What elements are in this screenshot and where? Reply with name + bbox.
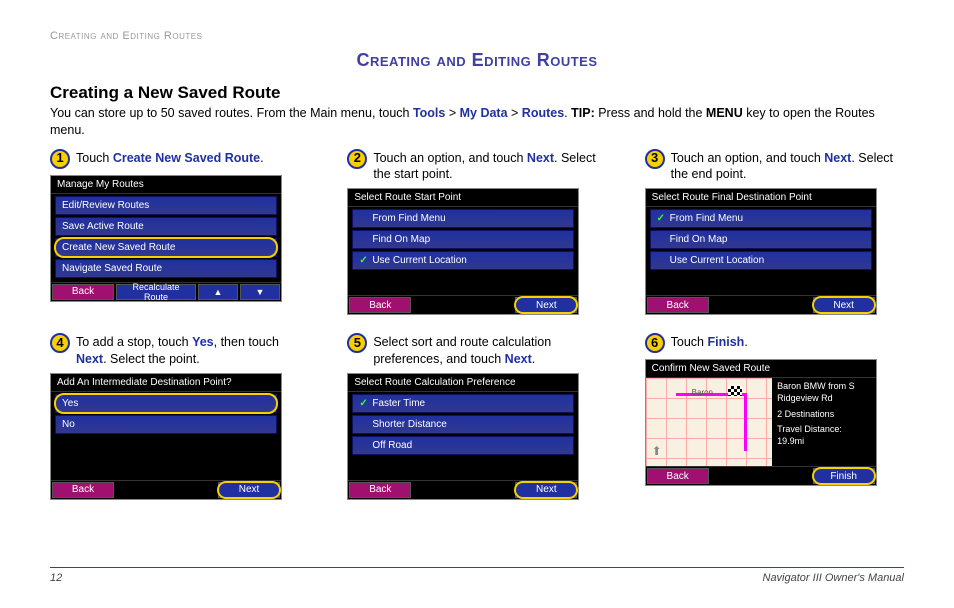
down-arrow-button[interactable]: ▼ [240,284,280,300]
list-item[interactable]: Create New Saved Route [55,238,277,257]
list-item[interactable]: Edit/Review Routes [55,196,277,215]
step-2: 2 Touch an option, and touch Next. Selec… [347,149,606,316]
gps-screenshot-4: Add An Intermediate Destination Point? Y… [50,373,282,500]
step-5: 5 Select sort and route calculation pref… [347,333,606,500]
list-item[interactable]: ✓Faster Time [352,394,574,413]
next-button[interactable]: Next [813,297,875,313]
checkered-flag-icon [728,386,742,396]
route-name: Baron BMW from S Ridgeview Rd [777,381,871,404]
gps-screenshot-6: Confirm New Saved Route ⬆ Baron Baron BM… [645,359,877,486]
list-item[interactable]: Navigate Saved Route [55,259,277,278]
step-4: 4 To add a stop, touch Yes, then touch N… [50,333,309,500]
finish-button[interactable]: Finish [813,468,875,484]
list-item[interactable]: ✓From Find Menu [650,209,872,228]
page-number: 12 [50,572,62,584]
list-item[interactable]: Find On Map [650,230,872,249]
section-title: Creating a New Saved Route [50,83,904,103]
back-button[interactable]: Back [52,482,114,498]
list-item[interactable]: ✓Use Current Location [352,251,574,270]
list-item[interactable]: Off Road [352,436,574,455]
recalculate-button[interactable]: Recalculate Route [116,284,196,300]
intro-text: You can store up to 50 saved routes. Fro… [50,105,904,139]
list-item[interactable]: From Find Menu [352,209,574,228]
back-button[interactable]: Back [647,297,709,313]
list-item[interactable]: Save Active Route [55,217,277,236]
step-number-icon: 4 [50,333,70,353]
page-title: Creating and Editing Routes [50,50,904,71]
gps-screenshot-1: Manage My Routes Edit/Review Routes Save… [50,175,282,302]
list-item[interactable]: Use Current Location [650,251,872,270]
step-number-icon: 2 [347,149,367,169]
back-button[interactable]: Back [647,468,709,484]
list-item[interactable]: No [55,415,277,434]
step-1: 1 Touch Create New Saved Route. Manage M… [50,149,309,316]
destination-count: 2 Destinations [777,409,871,421]
manual-title: Navigator III Owner's Manual [763,572,905,584]
list-item[interactable]: Shorter Distance [352,415,574,434]
travel-distance: Travel Distance: 19.9mi [777,424,871,447]
up-arrow-button[interactable]: ▲ [198,284,238,300]
step-number-icon: 1 [50,149,70,169]
step-number-icon: 6 [645,333,665,353]
page-footer: 12 Navigator III Owner's Manual [50,567,904,584]
next-button[interactable]: Next [218,482,280,498]
step-number-icon: 3 [645,149,665,169]
breadcrumb: Creating and Editing Routes [50,30,904,42]
back-button[interactable]: Back [349,482,411,498]
back-button[interactable]: Back [52,284,114,300]
step-6: 6 Touch Finish. Confirm New Saved Route … [645,333,904,500]
gps-screenshot-3: Select Route Final Destination Point ✓Fr… [645,188,877,315]
map-preview: ⬆ Baron [646,378,773,466]
gps-screenshot-5: Select Route Calculation Preference ✓Fas… [347,373,579,500]
back-button[interactable]: Back [349,297,411,313]
gps-screenshot-2: Select Route Start Point From Find Menu … [347,188,579,315]
step-3: 3 Touch an option, and touch Next. Selec… [645,149,904,316]
next-button[interactable]: Next [515,482,577,498]
list-item[interactable]: Find On Map [352,230,574,249]
compass-icon: ⬆ [652,444,662,458]
list-item[interactable]: Yes [55,394,277,413]
step-number-icon: 5 [347,333,367,353]
next-button[interactable]: Next [515,297,577,313]
